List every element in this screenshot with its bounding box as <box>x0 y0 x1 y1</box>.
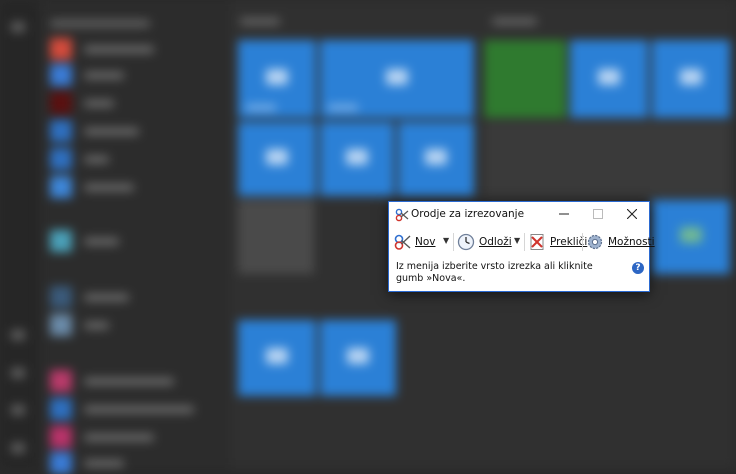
cancel-icon <box>528 233 546 251</box>
settings-icon <box>11 405 25 415</box>
tile <box>398 122 474 196</box>
status-message: Iz menija izberite vrsto izrezka ali kli… <box>396 261 593 284</box>
tile <box>320 40 474 118</box>
scissors-icon <box>395 207 409 222</box>
gear-icon <box>586 233 604 251</box>
tile-group-title <box>492 18 537 25</box>
delay-dropdown-arrow[interactable]: ▼ <box>514 236 520 245</box>
minimize-button[interactable] <box>547 202 581 227</box>
maximize-button[interactable] <box>581 202 615 227</box>
tile <box>484 40 566 118</box>
snipping-tool-window: Orodje za izrezovanje Nov ▼ Odloži ▼ Pre… <box>388 201 655 292</box>
tile <box>320 122 394 196</box>
close-icon <box>626 208 638 222</box>
app-list-item <box>50 176 230 198</box>
app-list-item <box>50 120 230 142</box>
app-list-item <box>50 230 230 252</box>
window-title: Orodje za izrezovanje <box>411 208 525 220</box>
app-list-item <box>50 38 230 60</box>
maximize-icon <box>593 208 603 222</box>
title-bar[interactable]: Orodje za izrezovanje <box>389 202 649 227</box>
app-list-item <box>50 426 230 448</box>
tile <box>238 320 316 396</box>
app-list <box>40 0 230 474</box>
close-button[interactable] <box>615 202 649 227</box>
new-dropdown-arrow[interactable]: ▼ <box>443 236 449 245</box>
app-list-item <box>50 64 230 86</box>
app-list-item <box>50 286 230 308</box>
tile <box>320 320 396 396</box>
start-menu-rail <box>0 0 38 469</box>
toolbar-separator <box>524 233 525 251</box>
help-icon[interactable]: ? <box>632 262 644 274</box>
tile-group-title <box>240 18 280 25</box>
tile <box>570 40 648 118</box>
toolbar-separator <box>582 233 583 251</box>
user-icon <box>11 330 25 340</box>
delay-label: Odloži <box>479 236 512 248</box>
app-list-item <box>50 92 230 114</box>
new-label: Nov <box>415 236 436 248</box>
clock-icon <box>457 233 475 251</box>
menu-icon <box>11 22 25 32</box>
app-list-header <box>50 20 150 27</box>
snip-icon <box>393 233 411 251</box>
delay-button[interactable]: Odloži <box>457 230 512 254</box>
tile <box>652 200 730 274</box>
documents-icon <box>11 368 25 378</box>
power-icon <box>11 443 25 453</box>
tile <box>238 200 314 274</box>
tile <box>238 122 316 196</box>
toolbar-separator <box>453 233 454 251</box>
minimize-icon <box>559 208 569 222</box>
options-button[interactable]: Možnosti <box>586 230 655 254</box>
status-area: Iz menija izberite vrsto izrezka ali kli… <box>389 257 649 291</box>
app-list-item <box>50 452 230 474</box>
tile <box>652 40 730 118</box>
cancel-button[interactable]: Prekliči <box>528 230 587 254</box>
app-list-item <box>50 148 230 170</box>
tile <box>484 122 730 196</box>
options-label: Možnosti <box>608 236 655 248</box>
app-list-item <box>50 398 230 420</box>
app-list-item <box>50 370 230 392</box>
new-snip-button[interactable]: Nov <box>393 230 436 254</box>
app-list-item <box>50 314 230 336</box>
toolbar: Nov ▼ Odloži ▼ Prekliči Možnosti <box>389 227 655 257</box>
tile <box>238 40 316 118</box>
